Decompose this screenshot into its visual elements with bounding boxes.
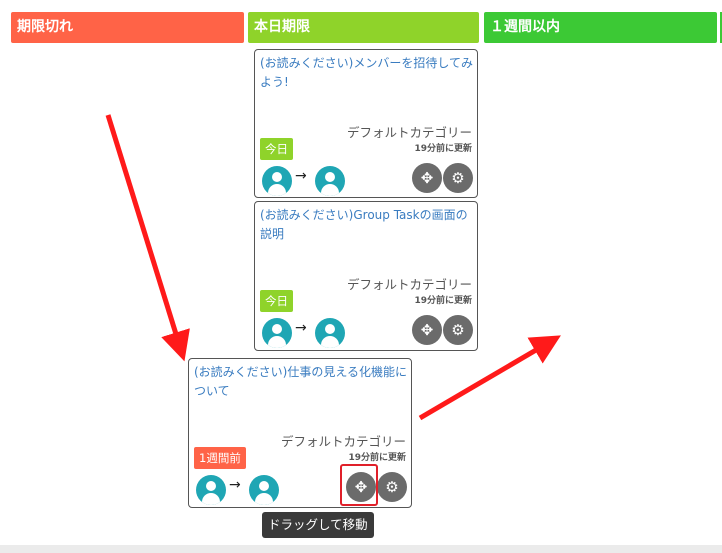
task-title[interactable]: (お読みください)メンバーを招待してみよう! <box>260 54 473 92</box>
task-card-dragging[interactable]: (お読みください)仕事の見える化機能について デフォルトカテゴリー 19分前に更… <box>188 358 412 508</box>
task-category: デフォルトカテゴリー <box>280 434 406 449</box>
drag-tooltip: ドラッグして移動 <box>262 512 374 538</box>
column-header-this-week: １週間以内 <box>484 12 717 43</box>
due-badge: 今日 <box>260 138 293 160</box>
arrow-icon: → <box>295 320 307 336</box>
requester-avatar <box>262 318 292 348</box>
column-header-today: 本日期限 <box>248 12 479 43</box>
footer-bar <box>0 545 722 553</box>
due-badge: 1週間前 <box>194 447 246 469</box>
move-icon[interactable]: ✥ <box>412 315 442 345</box>
task-title[interactable]: (お読みください)Group Taskの画面の説明 <box>260 206 473 244</box>
move-icon[interactable]: ✥ <box>412 163 442 193</box>
gear-icon[interactable]: ⚙ <box>443 315 473 345</box>
assignee-avatar <box>249 475 279 505</box>
due-badge: 今日 <box>260 290 293 312</box>
gear-icon[interactable]: ⚙ <box>377 472 407 502</box>
task-title[interactable]: (お読みください)仕事の見える化機能について <box>194 363 407 401</box>
task-updated-time: 19分前に更新 <box>414 296 472 306</box>
annotation-arrow-down <box>105 114 190 362</box>
task-updated-time: 19分前に更新 <box>414 144 472 154</box>
arrow-icon: → <box>229 477 241 493</box>
task-card[interactable]: (お読みください)メンバーを招待してみよう! デフォルトカテゴリー 19分前に更… <box>254 49 478 198</box>
requester-avatar <box>196 475 226 505</box>
task-category: デフォルトカテゴリー <box>346 277 472 292</box>
annotation-arrow-up-right <box>418 335 561 421</box>
assignee-avatar <box>315 166 345 196</box>
requester-avatar <box>262 166 292 196</box>
task-updated-time: 19分前に更新 <box>348 453 406 463</box>
column-header-overdue: 期限切れ <box>11 12 244 43</box>
task-card[interactable]: (お読みください)Group Taskの画面の説明 デフォルトカテゴリー 19分… <box>254 201 478 351</box>
assignee-avatar <box>315 318 345 348</box>
gear-icon[interactable]: ⚙ <box>443 163 473 193</box>
move-button-highlight <box>340 464 378 506</box>
task-category: デフォルトカテゴリー <box>346 125 472 140</box>
arrow-icon: → <box>295 168 307 184</box>
